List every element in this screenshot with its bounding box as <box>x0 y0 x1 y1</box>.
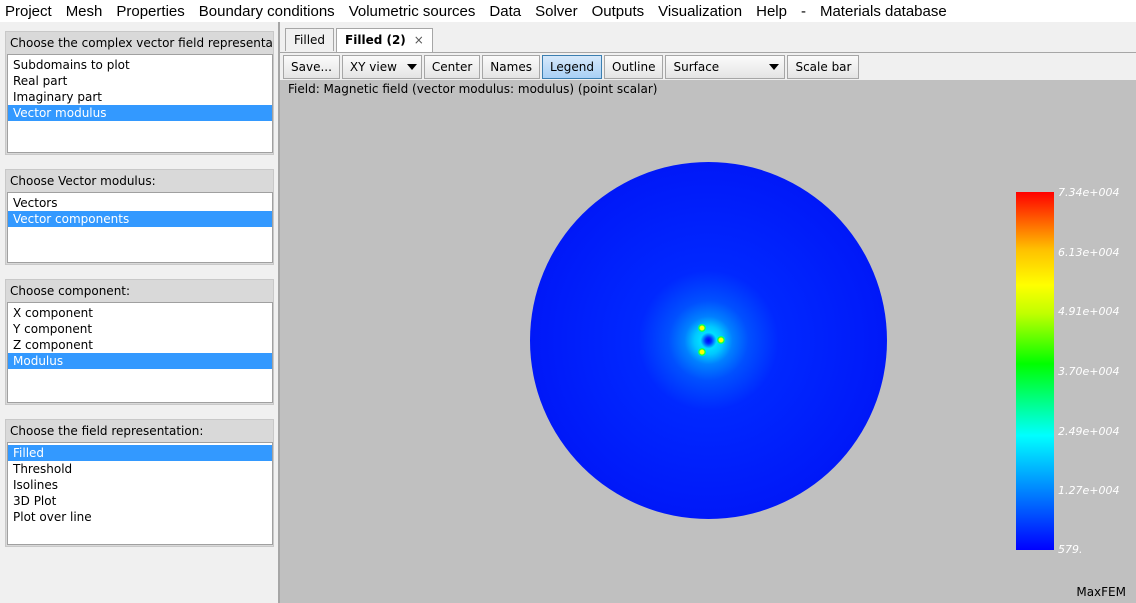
tab-filled[interactable]: Filled <box>285 28 335 51</box>
vector-modulus-group: Choose Vector modulus: Vectors Vector co… <box>5 169 274 265</box>
menu-outputs[interactable]: Outputs <box>585 3 652 20</box>
view-select[interactable]: XY view <box>341 55 422 79</box>
right-panel: Filled Filled (2) × Save... XY view Cente… <box>278 22 1136 603</box>
hotspot-marker <box>698 348 706 356</box>
save-button[interactable]: Save... <box>283 55 340 79</box>
menu-solver[interactable]: Solver <box>528 3 585 20</box>
list-item-selected[interactable]: Vector modulus <box>8 105 272 121</box>
tab-filled-2[interactable]: Filled (2) × <box>336 28 433 52</box>
chevron-down-icon <box>769 64 780 70</box>
left-panel: Choose the complex vector field represen… <box>0 22 278 603</box>
complex-representation-group: Choose the complex vector field represen… <box>5 31 274 155</box>
colorbar-tick: 1.27e+004 <box>1058 484 1120 497</box>
tab-label: Filled (2) <box>345 33 406 47</box>
view-select-value: XY view <box>349 60 397 74</box>
list-item-selected[interactable]: Modulus <box>8 353 272 369</box>
list-item-selected[interactable]: Vector components <box>8 211 272 227</box>
list-item[interactable]: X component <box>8 305 272 321</box>
menu-materials-database[interactable]: Materials database <box>813 3 954 20</box>
center-button[interactable]: Center <box>423 55 481 79</box>
menu-data[interactable]: Data <box>482 3 528 20</box>
vector-modulus-list[interactable]: Vectors Vector components <box>7 192 273 263</box>
list-item[interactable]: 3D Plot <box>8 493 272 509</box>
menu-volumetric-sources[interactable]: Volumetric sources <box>342 3 483 20</box>
list-item[interactable]: Subdomains to plot <box>8 57 272 73</box>
menu-mesh[interactable]: Mesh <box>59 3 110 20</box>
field-representation-list[interactable]: Filled Threshold Isolines 3D Plot Plot o… <box>7 442 273 545</box>
surface-select[interactable]: Surface <box>665 55 786 79</box>
menu-bar: Project Mesh Properties Boundary conditi… <box>0 0 1136 22</box>
surface-select-value: Surface <box>673 60 720 74</box>
hotspot-marker <box>717 336 725 344</box>
field-representation-group: Choose the field representation: Filled … <box>5 419 274 547</box>
component-list[interactable]: X component Y component Z component Modu… <box>7 302 273 403</box>
group-title: Choose component: <box>10 284 131 298</box>
complex-representation-list[interactable]: Subdomains to plot Real part Imaginary p… <box>7 54 273 153</box>
toolbar: Save... XY view Center Names Legend Outl… <box>283 55 861 79</box>
menu-boundary-conditions[interactable]: Boundary conditions <box>192 3 342 20</box>
list-item[interactable]: Z component <box>8 337 272 353</box>
names-button[interactable]: Names <box>482 55 540 79</box>
colorbar-tick: 3.70e+004 <box>1058 365 1120 378</box>
tab-divider <box>280 52 1136 53</box>
list-item[interactable]: Imaginary part <box>8 89 272 105</box>
component-group: Choose component: X component Y componen… <box>5 279 274 405</box>
menu-separator: - <box>800 2 806 20</box>
list-item[interactable]: Plot over line <box>8 509 272 525</box>
menu-help[interactable]: Help <box>749 3 794 20</box>
colorbar-tick: 4.91e+004 <box>1058 305 1120 318</box>
scale-bar-button[interactable]: Scale bar <box>787 55 860 79</box>
list-item[interactable]: Threshold <box>8 461 272 477</box>
brand-label: MaxFEM <box>1076 585 1126 599</box>
hotspot-marker <box>698 324 706 332</box>
outline-button[interactable]: Outline <box>604 55 664 79</box>
list-item[interactable]: Isolines <box>8 477 272 493</box>
colorbar-tick: 2.49e+004 <box>1058 425 1120 438</box>
colorbar-tick: 6.13e+004 <box>1058 246 1120 259</box>
group-title: Choose Vector modulus: <box>10 174 156 188</box>
legend-button[interactable]: Legend <box>541 55 603 79</box>
chevron-down-icon <box>406 64 417 70</box>
tab-bar: Filled Filled (2) × <box>285 28 435 52</box>
list-item[interactable]: Y component <box>8 321 272 337</box>
colorbar-tick: 7.34e+004 <box>1058 186 1120 199</box>
list-item[interactable]: Real part <box>8 73 272 89</box>
tab-label: Filled <box>294 33 326 47</box>
colorbar-tick: 579. <box>1058 543 1083 556</box>
plot-view[interactable]: Field: Magnetic field (vector modulus: m… <box>280 80 1136 603</box>
colorbar <box>1016 192 1054 550</box>
field-plot-disc[interactable] <box>530 162 887 519</box>
menu-project[interactable]: Project <box>0 3 59 20</box>
group-title: Choose the field representation: <box>10 424 204 438</box>
menu-properties[interactable]: Properties <box>109 3 191 20</box>
field-label: Field: Magnetic field (vector modulus: m… <box>288 82 658 96</box>
menu-visualization[interactable]: Visualization <box>651 3 749 20</box>
group-title: Choose the complex vector field represen… <box>10 36 273 50</box>
close-icon[interactable]: × <box>414 33 424 47</box>
list-item-selected[interactable]: Filled <box>8 445 272 461</box>
list-item[interactable]: Vectors <box>8 195 272 211</box>
